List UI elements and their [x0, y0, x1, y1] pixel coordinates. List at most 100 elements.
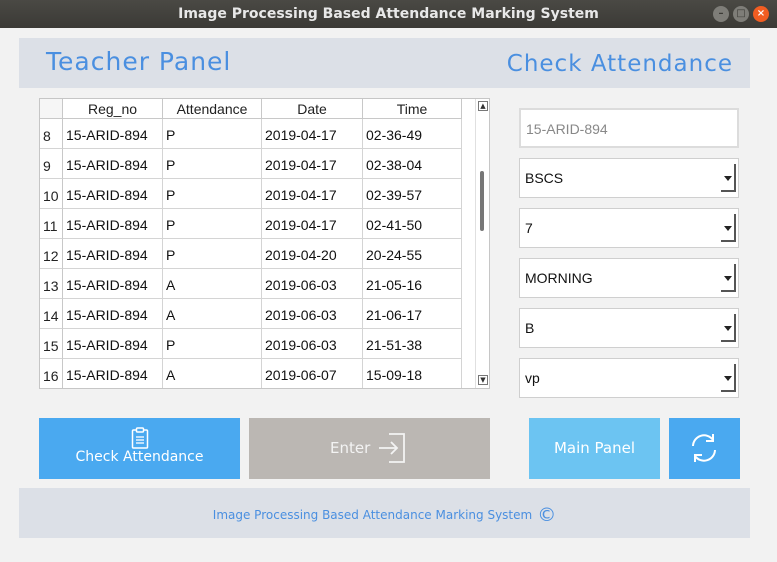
table-row[interactable]: 16 15-ARID-894 A 2019-06-07 15-09-18 [40, 359, 476, 388]
cell-reg-no[interactable]: 15-ARID-894 [63, 269, 163, 299]
table-row[interactable]: 13 15-ARID-894 A 2019-06-03 21-05-16 [40, 269, 476, 299]
column-header-attendance[interactable]: Attendance [163, 99, 262, 119]
chevron-down-icon[interactable] [721, 314, 736, 342]
chevron-down-icon[interactable] [721, 214, 736, 242]
table-row[interactable]: 10 15-ARID-894 P 2019-04-17 02-39-57 [40, 179, 476, 209]
refresh-icon [687, 431, 721, 469]
cell-date[interactable]: 2019-04-17 [262, 209, 363, 239]
enter-button[interactable]: Enter [249, 418, 490, 479]
copyright-icon: © [537, 504, 557, 526]
window-title: Image Processing Based Attendance Markin… [178, 6, 599, 22]
cell-date[interactable]: 2019-04-20 [262, 239, 363, 269]
cell-reg-no[interactable]: 15-ARID-894 [63, 149, 163, 179]
row-number: 12 [40, 239, 63, 269]
check-attendance-label: Check Attendance [75, 449, 204, 465]
table-scrollbar[interactable]: ▲ ▼ [475, 99, 489, 388]
column-header-date[interactable]: Date [262, 99, 363, 119]
section-select[interactable]: B [519, 308, 739, 348]
window-titlebar: Image Processing Based Attendance Markin… [0, 0, 777, 28]
table-row[interactable]: 9 15-ARID-894 P 2019-04-17 02-38-04 [40, 149, 476, 179]
main-panel-label: Main Panel [553, 439, 636, 457]
cell-date[interactable]: 2019-06-03 [262, 269, 363, 299]
cell-time[interactable]: 20-24-55 [363, 239, 462, 269]
cell-reg-no[interactable]: 15-ARID-894 [63, 179, 163, 209]
cell-time[interactable]: 21-51-38 [363, 329, 462, 359]
cell-date[interactable]: 2019-04-17 [262, 149, 363, 179]
scroll-down-arrow[interactable]: ▼ [478, 375, 488, 385]
footer-text: Image Processing Based Attendance Markin… [212, 508, 533, 522]
reg-no-field[interactable]: 15-ARID-894 [519, 108, 739, 148]
table-row[interactable]: 11 15-ARID-894 P 2019-04-17 02-41-50 [40, 209, 476, 239]
chevron-down-icon[interactable] [721, 164, 736, 192]
program-select[interactable]: BSCS [519, 158, 739, 198]
chevron-down-icon[interactable] [721, 264, 736, 292]
table-row[interactable]: 14 15-ARID-894 A 2019-06-03 21-06-17 [40, 299, 476, 329]
column-header-time[interactable]: Time [363, 99, 462, 119]
cell-reg-no[interactable]: 15-ARID-894 [63, 239, 163, 269]
attendance-table[interactable]: Reg_no Attendance Date Time 8 15-ARID-89… [39, 98, 490, 389]
row-number: 13 [40, 269, 63, 299]
program-select-value: BSCS [525, 170, 564, 186]
cell-attendance[interactable]: P [163, 209, 262, 239]
cell-reg-no[interactable]: 15-ARID-894 [63, 119, 163, 149]
panel-title: Teacher Panel [46, 47, 232, 76]
shift-select[interactable]: MORNING [519, 258, 739, 298]
maximize-button[interactable]: □ [733, 6, 749, 22]
chevron-down-icon[interactable] [721, 364, 736, 392]
cell-time[interactable]: 02-38-04 [363, 149, 462, 179]
cell-attendance[interactable]: P [163, 239, 262, 269]
row-number: 15 [40, 329, 63, 359]
cell-attendance[interactable]: P [163, 149, 262, 179]
cell-date[interactable]: 2019-06-03 [262, 299, 363, 329]
check-attendance-button[interactable]: Check Attendance [39, 418, 240, 479]
table-row[interactable]: 12 15-ARID-894 P 2019-04-20 20-24-55 [40, 239, 476, 269]
cell-date[interactable]: 2019-04-17 [262, 179, 363, 209]
close-button[interactable]: × [753, 6, 769, 22]
cell-attendance[interactable]: A [163, 269, 262, 299]
header-bar: Teacher Panel Check Attendance [19, 38, 750, 88]
subject-select[interactable]: vp [519, 358, 739, 398]
cell-attendance[interactable]: A [163, 299, 262, 329]
row-number: 11 [40, 209, 63, 239]
footer-text-wrap: Image Processing Based Attendance Markin… [19, 504, 750, 526]
cell-date[interactable]: 2019-06-07 [262, 359, 363, 388]
row-number: 10 [40, 179, 63, 209]
cell-attendance[interactable]: P [163, 119, 262, 149]
section-select-value: B [525, 320, 535, 336]
row-number: 14 [40, 299, 63, 329]
row-number: 9 [40, 149, 63, 179]
shift-select-value: MORNING [525, 270, 593, 286]
cell-attendance[interactable]: P [163, 179, 262, 209]
cell-date[interactable]: 2019-04-17 [262, 119, 363, 149]
cell-time[interactable]: 21-05-16 [363, 269, 462, 299]
row-number: 16 [40, 359, 63, 388]
login-arrow-icon [377, 432, 407, 468]
cell-time[interactable]: 02-41-50 [363, 209, 462, 239]
cell-time[interactable]: 21-06-17 [363, 299, 462, 329]
semester-select[interactable]: 7 [519, 208, 739, 248]
cell-reg-no[interactable]: 15-ARID-894 [63, 299, 163, 329]
cell-date[interactable]: 2019-06-03 [262, 329, 363, 359]
cell-time[interactable]: 15-09-18 [363, 359, 462, 388]
cell-reg-no[interactable]: 15-ARID-894 [63, 329, 163, 359]
cell-attendance[interactable]: A [163, 359, 262, 388]
row-number: 8 [40, 119, 63, 149]
cell-reg-no[interactable]: 15-ARID-894 [63, 359, 163, 388]
refresh-button[interactable] [669, 418, 740, 479]
subject-select-value: vp [525, 370, 540, 386]
semester-select-value: 7 [525, 220, 533, 236]
scroll-thumb[interactable] [480, 171, 484, 231]
scroll-up-arrow[interactable]: ▲ [478, 101, 488, 111]
column-header-reg-no[interactable]: Reg_no [63, 99, 163, 119]
table-header: Reg_no Attendance Date Time [40, 99, 476, 119]
cell-time[interactable]: 02-36-49 [363, 119, 462, 149]
cell-reg-no[interactable]: 15-ARID-894 [63, 209, 163, 239]
cell-attendance[interactable]: P [163, 329, 262, 359]
main-panel-button[interactable]: Main Panel [529, 418, 660, 479]
minimize-button[interactable]: – [713, 6, 729, 22]
window-controls: – □ × [713, 6, 769, 22]
cell-time[interactable]: 02-39-57 [363, 179, 462, 209]
table-row[interactable]: 15 15-ARID-894 P 2019-06-03 21-51-38 [40, 329, 476, 359]
table-row[interactable]: 8 15-ARID-894 P 2019-04-17 02-36-49 [40, 119, 476, 149]
enter-label: Enter [330, 439, 371, 457]
